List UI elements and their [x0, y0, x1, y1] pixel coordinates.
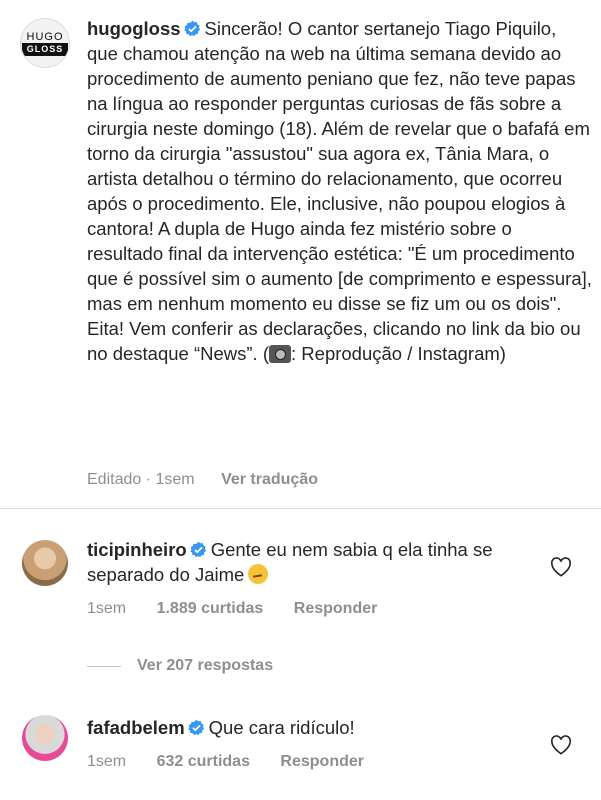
likes-count[interactable]: 1.889 curtidas — [157, 600, 264, 617]
comment-body: Que cara ridículo! — [208, 717, 355, 738]
heart-icon[interactable] — [550, 735, 572, 755]
replies-line — [87, 665, 121, 667]
view-replies-label: Ver 207 respostas — [137, 657, 274, 674]
view-replies-button[interactable]: Ver 207 respostas — [87, 657, 273, 675]
reply-button[interactable]: Responder — [294, 600, 378, 617]
caption-body: Sincerão! O cantor sertanejo Tiago Piqui… — [87, 18, 592, 364]
translate-button[interactable]: Ver tradução — [221, 471, 318, 488]
likes-count[interactable]: 632 curtidas — [157, 753, 250, 770]
verified-badge-icon — [183, 20, 200, 37]
caption-credit: : Reprodução / Instagram) — [291, 343, 506, 364]
comment-time: 1sem — [87, 600, 127, 617]
comment-time: 1sem — [87, 753, 127, 770]
caption-text: hugogloss Sincerão! O cantor sertanejo Ti… — [87, 16, 592, 366]
comment-meta: 1sem 1.889 curtidas Responder — [87, 600, 403, 618]
camera-flash-icon — [269, 345, 292, 363]
post-username[interactable]: hugogloss — [87, 18, 181, 39]
post-meta: Editado · 1sem Ver tradução — [87, 471, 340, 489]
reply-button[interactable]: Responder — [280, 753, 364, 770]
verified-badge-icon — [189, 541, 206, 558]
comment-text: fafadbelem Que cara ridículo! — [87, 715, 507, 740]
post-caption-block: HUGO GLOSS hugogloss Sincerão! O cantor s… — [0, 0, 601, 505]
comment-username[interactable]: ticipinheiro — [87, 539, 187, 560]
avatar[interactable] — [22, 715, 68, 761]
comment-meta: 1sem 632 curtidas Responder — [87, 753, 390, 771]
edited-label: Editado · 1sem — [87, 471, 195, 488]
divider — [0, 508, 601, 509]
verified-badge-icon — [187, 719, 204, 736]
heart-icon[interactable] — [550, 557, 572, 577]
thinking-face-icon — [248, 564, 269, 584]
avatar[interactable]: HUGO GLOSS — [20, 18, 70, 68]
comment-username[interactable]: fafadbelem — [87, 717, 185, 738]
comment-text: ticipinheiro Gente eu nem sabia q ela tin… — [87, 537, 507, 587]
avatar-logo-badge: GLOSS — [21, 42, 69, 56]
avatar-logo-text: HUGO — [26, 30, 64, 43]
avatar[interactable] — [22, 540, 68, 586]
